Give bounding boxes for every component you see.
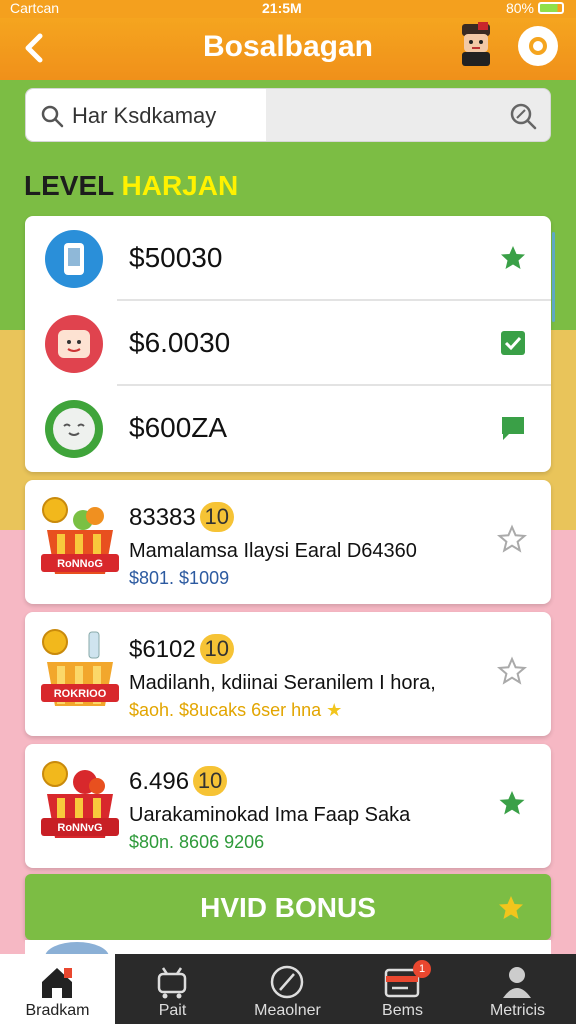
carrier-label: Cartcan xyxy=(10,0,60,16)
star-icon xyxy=(499,896,523,919)
mascot-icon xyxy=(462,22,490,66)
offer-card[interactable]: RoNNvG 6.496 10 Uarakaminokad Ima Faap Sa… xyxy=(25,744,551,868)
star-icon[interactable] xyxy=(497,788,527,818)
offer-price: 83383 10 xyxy=(129,502,234,532)
search-text: Har Ksdkamay xyxy=(72,103,217,128)
price-row[interactable]: $6.0030 xyxy=(25,301,551,386)
offer-name: Uarakaminokad Ima Faap Saka xyxy=(129,804,411,826)
small-star-icon: ★ xyxy=(326,700,343,720)
tab-label: Metricis xyxy=(489,1002,546,1019)
user-icon xyxy=(529,37,547,55)
bonus-label: HVID BONUS xyxy=(200,892,376,923)
price-value: $6.0030 xyxy=(129,327,231,358)
basket-icon: RoNNoG xyxy=(41,497,119,574)
star-outline-icon[interactable] xyxy=(497,524,527,554)
price-row[interactable]: $600ZA xyxy=(25,386,551,471)
offer-card[interactable]: ROKRIOO $6102 10 Madilanh, kdiinai Serani… xyxy=(25,612,551,736)
basket-icon: ROKRIOO xyxy=(41,629,119,706)
battery-label: 80% xyxy=(505,0,534,16)
tab-label: Pait xyxy=(158,1002,187,1019)
tab-home[interactable]: Bradkam xyxy=(0,954,115,1024)
search-submit-icon[interactable] xyxy=(508,101,538,131)
tab-explore[interactable]: Meaolner xyxy=(230,954,345,1024)
tab-items[interactable]: 1 Bems xyxy=(345,954,460,1024)
check-icon[interactable] xyxy=(499,329,527,357)
basket-label: RoNNvG xyxy=(57,822,102,834)
offer-subtext: $801. $1009 xyxy=(129,568,230,588)
basket-label: ROKRIOO xyxy=(54,688,107,700)
level-badge: 10 xyxy=(199,634,234,664)
user-icon xyxy=(503,967,531,998)
profile-button[interactable] xyxy=(518,26,558,66)
price-list-card: $50030 $6.0030 $600ZA xyxy=(25,216,555,472)
bonus-button[interactable]: HVID BONUS xyxy=(25,874,551,940)
clock-label: 21:5M xyxy=(262,0,302,16)
bottom-tab-bar: Bradkam Pait Meaolner 1 Bems Metricis xyxy=(0,954,576,1024)
section-title: LEVEL HARJAN xyxy=(24,170,238,202)
phone-icon xyxy=(45,230,103,288)
tab-cart[interactable]: Pait xyxy=(115,954,230,1024)
search-input[interactable]: Har Ksdkamay xyxy=(25,88,551,142)
home-icon xyxy=(42,968,72,998)
tab-label: Meaolner xyxy=(254,1002,321,1019)
level-badge: 10 xyxy=(199,502,234,532)
basket-icon: RoNNvG xyxy=(41,761,119,838)
star-icon[interactable] xyxy=(499,244,527,272)
offer-subtext: $80n. 8606 9206 xyxy=(129,832,265,852)
section-title-accent: HARJAN xyxy=(121,170,239,201)
tab-metrics[interactable]: Metricis xyxy=(460,954,575,1024)
price-row[interactable]: $50030 xyxy=(25,216,551,301)
smile-icon xyxy=(45,400,103,458)
face-icon xyxy=(45,315,103,373)
tab-label: Bradkam xyxy=(25,1002,90,1019)
cart-icon xyxy=(157,967,187,999)
chat-icon[interactable] xyxy=(499,414,527,442)
offer-price-value: 83383 xyxy=(129,504,196,531)
section-title-prefix: LEVEL xyxy=(24,170,114,201)
star-outline-icon[interactable] xyxy=(497,656,527,686)
offer-subtext-value: $aoh. $8ucaks 6ser hna xyxy=(129,700,322,720)
price-value: $600ZA xyxy=(129,412,228,443)
scrollbar[interactable] xyxy=(552,232,555,322)
app-header: Bosalbagan xyxy=(0,18,576,80)
offer-subtext: $aoh. $8ucaks 6ser hna ★ xyxy=(129,700,342,721)
level-badge: 10 xyxy=(193,766,228,796)
tab-label: Bems xyxy=(382,1002,423,1019)
offer-name: Madilanh, kdiinai Seranilem I hora, xyxy=(129,672,436,694)
battery-indicator: 80% xyxy=(506,0,564,16)
offer-price: 6.496 10 xyxy=(129,766,228,796)
price-value: $50030 xyxy=(129,242,223,273)
offer-name: Mamalamsa Ilaysi Earal D64360 xyxy=(129,540,417,562)
compass-icon xyxy=(270,965,304,999)
offer-price-value: $6102 xyxy=(129,636,196,663)
notification-badge: 1 xyxy=(413,960,431,978)
offer-price: $6102 10 xyxy=(129,634,234,664)
search-icon xyxy=(41,105,64,128)
mascot-avatar[interactable] xyxy=(456,22,496,66)
battery-icon xyxy=(538,2,564,14)
status-bar: Cartcan 21:5M 80% xyxy=(0,0,576,18)
basket-label: RoNNoG xyxy=(57,558,103,570)
offer-card[interactable]: RoNNoG 83383 10 Mamalamsa Ilaysi Earal D6… xyxy=(25,480,551,604)
offer-price-value: 6.496 xyxy=(129,768,190,795)
